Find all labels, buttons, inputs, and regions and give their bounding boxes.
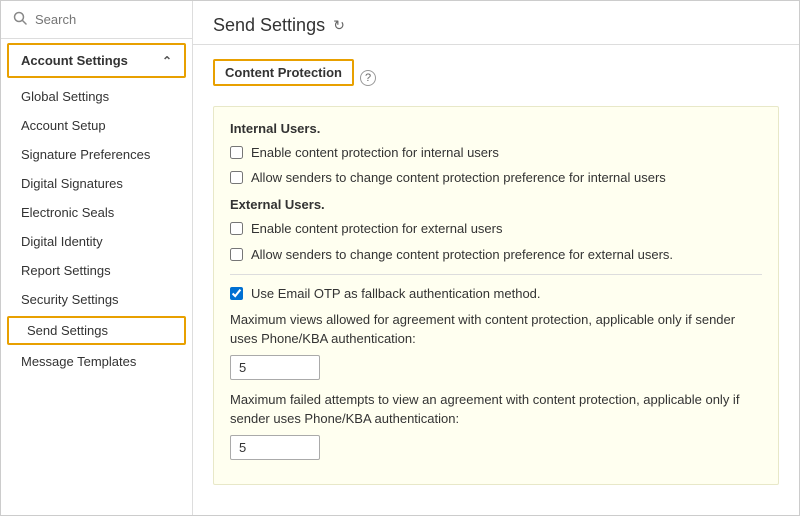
sidebar-item-global-settings[interactable]: Global Settings	[1, 82, 192, 111]
help-icon[interactable]: ?	[360, 70, 376, 86]
account-settings-header[interactable]: Account Settings ⌃	[7, 43, 186, 78]
content-protection-section-header: Content Protection	[213, 59, 354, 86]
main-content: Send Settings ↻ Content Protection ? Int…	[193, 1, 799, 515]
checkbox-row-external-allow: Allow senders to change content protecti…	[230, 246, 762, 264]
sidebar-item-signature-preferences[interactable]: Signature Preferences	[1, 140, 192, 169]
max-views-input[interactable]	[230, 355, 320, 380]
checkbox-internal-allow[interactable]	[230, 171, 243, 184]
max-failed-desc: Maximum failed attempts to view an agree…	[230, 390, 762, 429]
checkbox-external-enable[interactable]	[230, 222, 243, 235]
checkbox-row-otp: Use Email OTP as fallback authentication…	[230, 285, 762, 303]
sidebar-item-electronic-seals[interactable]: Electronic Seals	[1, 198, 192, 227]
checkbox-internal-enable[interactable]	[230, 146, 243, 159]
page-title: Send Settings	[213, 15, 325, 36]
checkbox-otp[interactable]	[230, 287, 243, 300]
sidebar-item-digital-signatures[interactable]: Digital Signatures	[1, 169, 192, 198]
max-failed-input[interactable]	[230, 435, 320, 460]
app-container: Account Settings ⌃ Global Settings Accou…	[0, 0, 800, 516]
search-box	[1, 1, 192, 39]
checkbox-label-external-allow: Allow senders to change content protecti…	[251, 246, 673, 264]
sidebar-item-account-setup[interactable]: Account Setup	[1, 111, 192, 140]
checkbox-label-internal-enable: Enable content protection for internal u…	[251, 144, 499, 162]
search-input[interactable]	[35, 12, 180, 27]
search-icon	[13, 11, 27, 28]
max-failed-input-wrap	[230, 435, 762, 460]
checkbox-row-internal-allow: Allow senders to change content protecti…	[230, 169, 762, 187]
separator	[230, 274, 762, 275]
main-header: Send Settings ↻	[193, 1, 799, 45]
max-views-desc: Maximum views allowed for agreement with…	[230, 310, 762, 349]
checkbox-row-external-enable: Enable content protection for external u…	[230, 220, 762, 238]
checkbox-label-external-enable: Enable content protection for external u…	[251, 220, 502, 238]
sidebar-item-digital-identity[interactable]: Digital Identity	[1, 227, 192, 256]
external-users-title: External Users.	[230, 197, 762, 212]
checkbox-label-internal-allow: Allow senders to change content protecti…	[251, 169, 666, 187]
content-area: Internal Users. Enable content protectio…	[213, 106, 779, 485]
sidebar-nav: Global Settings Account Setup Signature …	[1, 82, 192, 515]
internal-users-title: Internal Users.	[230, 121, 762, 136]
main-body: Content Protection ? Internal Users. Ena…	[193, 45, 799, 515]
account-settings-label: Account Settings	[21, 53, 128, 68]
sidebar-item-report-settings[interactable]: Report Settings	[1, 256, 192, 285]
checkbox-external-allow[interactable]	[230, 248, 243, 261]
content-protection-label: Content Protection	[225, 65, 342, 80]
sidebar-item-send-settings[interactable]: Send Settings	[7, 316, 186, 345]
sidebar-item-security-settings[interactable]: Security Settings	[1, 285, 192, 314]
max-views-input-wrap	[230, 355, 762, 380]
chevron-up-icon: ⌃	[162, 54, 172, 68]
checkbox-label-otp: Use Email OTP as fallback authentication…	[251, 285, 541, 303]
sidebar: Account Settings ⌃ Global Settings Accou…	[1, 1, 193, 515]
sidebar-item-message-templates[interactable]: Message Templates	[1, 347, 192, 376]
refresh-icon[interactable]: ↻	[333, 17, 345, 34]
checkbox-row-internal-enable: Enable content protection for internal u…	[230, 144, 762, 162]
